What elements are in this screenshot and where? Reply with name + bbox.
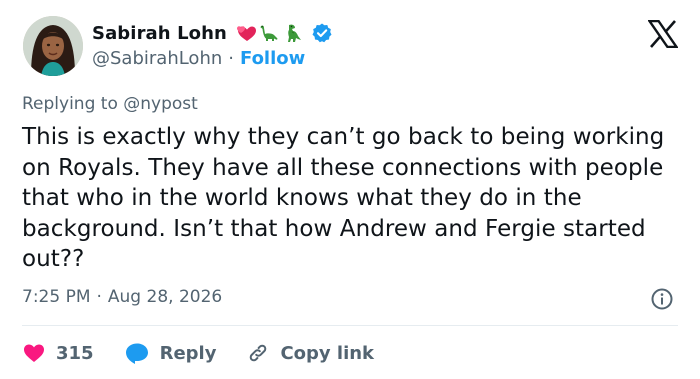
action-bar: 315 Reply Copy link <box>22 340 374 366</box>
divider <box>22 325 678 326</box>
handle-row: @SabirahLohn · Follow <box>92 48 305 69</box>
link-icon <box>250 344 267 362</box>
t-rex-icon <box>281 22 303 44</box>
handle[interactable]: @SabirahLohn <box>92 48 222 69</box>
author-name-row: Sabirah Lohn <box>92 20 333 46</box>
reply-context-prefix: Replying to <box>22 94 118 114</box>
tweet-time: 7:25 PM <box>22 287 91 307</box>
reply-button[interactable]: Reply <box>124 341 217 365</box>
info-icon[interactable] <box>650 287 674 311</box>
tweet-date: Aug 28, 2026 <box>107 287 223 307</box>
reply-context: Replying to @nypost <box>22 94 198 114</box>
verified-badge-icon <box>311 22 333 44</box>
reply-label: Reply <box>159 342 217 364</box>
avatar[interactable] <box>23 16 83 76</box>
x-logo-icon[interactable] <box>647 19 679 49</box>
two-hearts-icon <box>235 22 257 44</box>
speech-bubble-icon <box>125 343 148 364</box>
handle-separator: · <box>228 48 234 69</box>
copy-link-button[interactable]: Copy link <box>246 341 374 365</box>
display-name[interactable]: Sabirah Lohn <box>92 23 227 44</box>
like-count: 315 <box>56 342 94 364</box>
embedded-tweet: Sabirah Lohn @SabirahLohn · Follow Reply… <box>0 0 700 379</box>
heart-icon <box>24 344 44 362</box>
reply-mention-link[interactable]: @nypost <box>123 94 198 114</box>
tweet-text: This is exactly why they can’t go back t… <box>22 124 665 272</box>
like-button[interactable]: 315 <box>22 341 94 365</box>
name-emojis <box>235 22 303 44</box>
follow-button[interactable]: Follow <box>240 48 305 69</box>
timestamp-separator: · <box>96 287 102 307</box>
copy-link-label: Copy link <box>280 342 375 364</box>
sauropod-icon <box>258 22 280 44</box>
tweet-timestamp[interactable]: 7:25 PM · Aug 28, 2026 <box>22 287 222 307</box>
